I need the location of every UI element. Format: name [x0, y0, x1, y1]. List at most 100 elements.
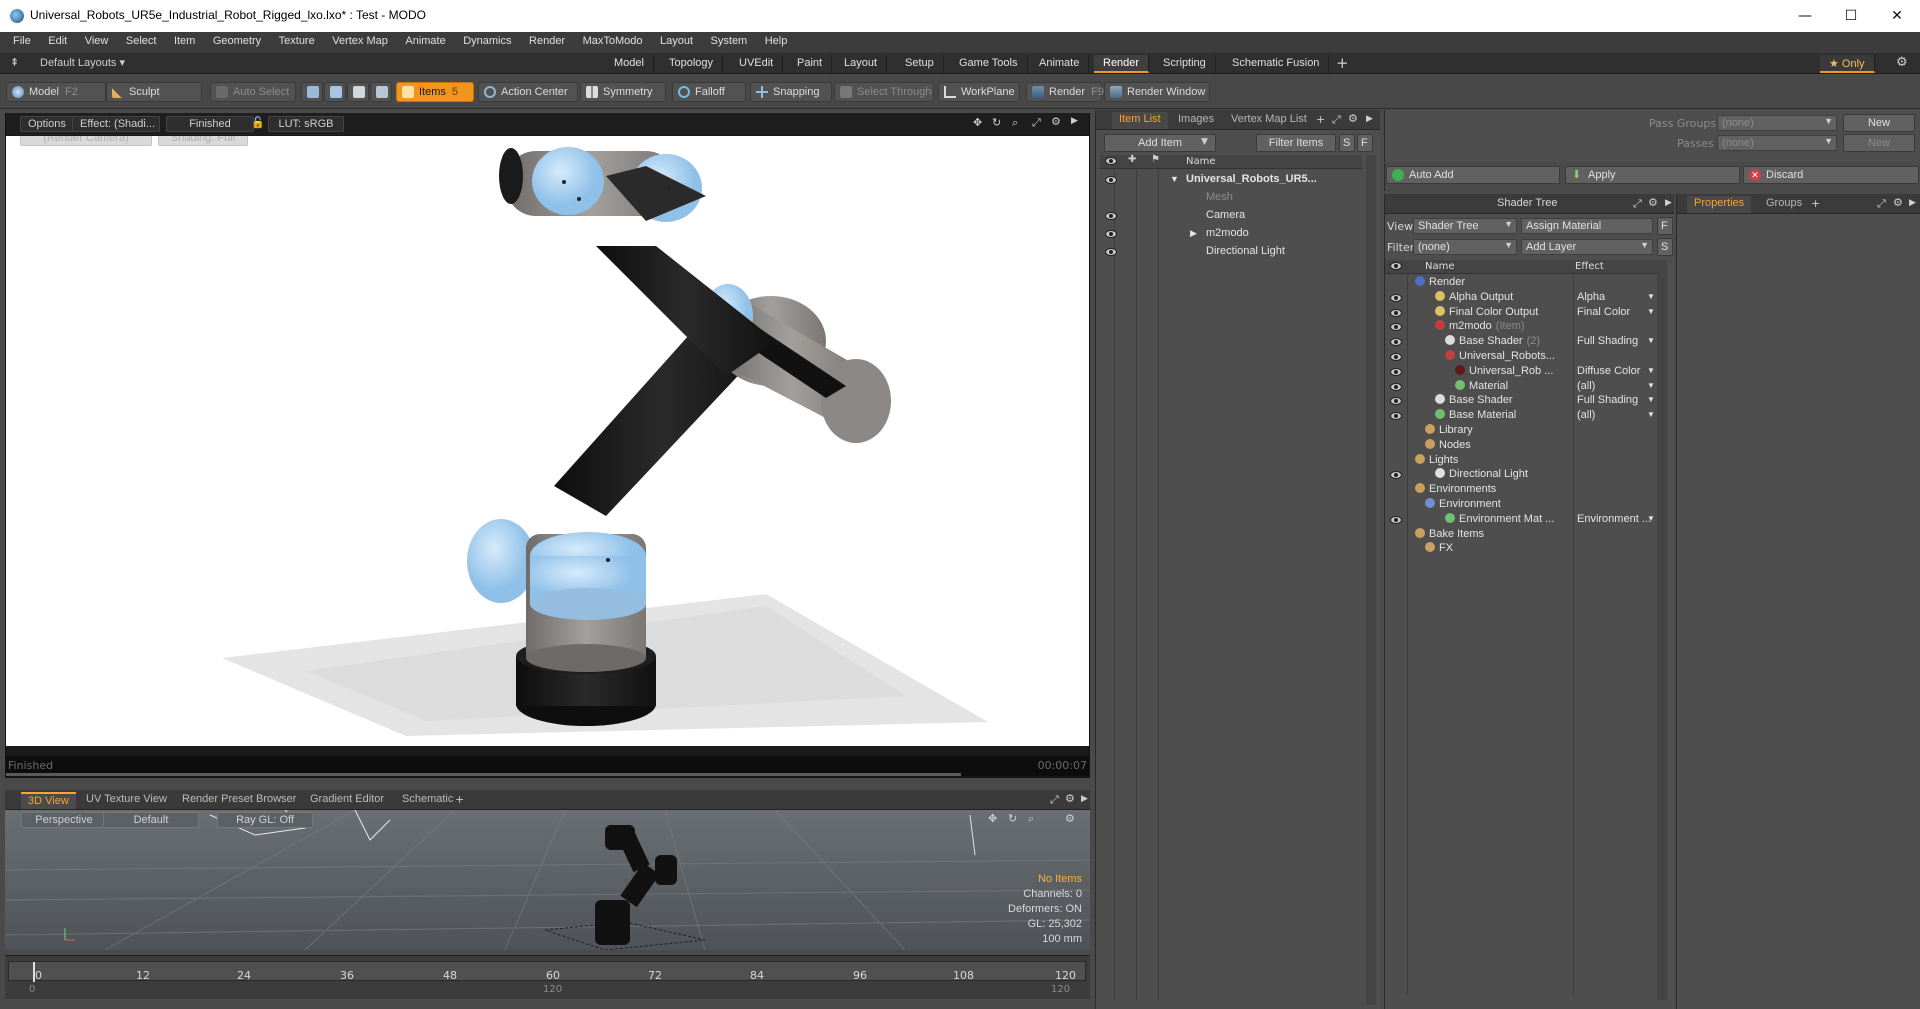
menu-dynamics[interactable]: Dynamics [456, 32, 518, 47]
tab-item-list[interactable]: Item List [1112, 112, 1168, 129]
render-camera-dropdown[interactable]: (Render Camera) [20, 136, 152, 146]
rendered-image[interactable]: (Render Camera) Shading: Full [6, 136, 1089, 746]
item-row-mesh[interactable]: Mesh [1100, 190, 1362, 208]
properties-add-tab-icon[interactable]: + [1811, 197, 1820, 210]
select-polygons-button[interactable] [347, 82, 369, 102]
menu-file[interactable]: File [0, 32, 38, 47]
apply-button[interactable]: ⬇ Apply [1565, 166, 1740, 184]
menu-view[interactable]: View [78, 32, 116, 47]
visibility-eye-icon[interactable] [1390, 308, 1402, 317]
effect-dropdown-arrow-icon[interactable]: ▼ [1647, 292, 1655, 301]
properties-menu-arrow-icon[interactable]: ▶ [1909, 198, 1916, 208]
3d-move-icon[interactable]: ✥ [988, 812, 997, 825]
item-row-scene[interactable]: ▼ Universal_Robots_UR5... [1100, 172, 1362, 190]
item-list-scrollbar[interactable] [1366, 155, 1376, 1005]
maximize-button[interactable]: ☐ [1828, 4, 1874, 28]
rotate-view-icon[interactable]: ↻ [992, 116, 1001, 129]
3d-rotate-icon[interactable]: ↻ [1008, 812, 1017, 825]
gear-icon[interactable]: ⚙ [1896, 55, 1908, 70]
default-dropdown[interactable]: Default [103, 812, 199, 828]
visibility-eye-icon[interactable] [1390, 515, 1402, 524]
timeline[interactable]: 0 12 24 36 48 60 72 84 96 108 120 0 120 … [5, 955, 1090, 999]
shader-s-button[interactable]: S [1657, 238, 1673, 256]
menu-render[interactable]: Render [522, 32, 572, 47]
effect-dropdown-arrow-icon[interactable]: ▼ [1647, 410, 1655, 419]
menu-geometry[interactable]: Geometry [206, 32, 268, 47]
effect-dropdown-arrow-icon[interactable]: ▼ [1647, 366, 1655, 375]
shader-tree-row[interactable]: FX [1385, 542, 1657, 560]
tab-images[interactable]: Images [1171, 112, 1221, 129]
add-item-arrow-icon[interactable]: ▼ [1201, 137, 1208, 147]
tab-properties[interactable]: Properties [1687, 196, 1752, 213]
menu-layout[interactable]: Layout [653, 32, 700, 47]
tab-setup[interactable]: Setup [896, 55, 944, 73]
visibility-eye-icon[interactable] [1390, 412, 1402, 421]
auto-add-button[interactable]: Auto Add [1386, 166, 1560, 184]
lower-gear-icon[interactable]: ⚙ [1065, 792, 1075, 805]
tab-model[interactable]: Model [605, 55, 654, 73]
tab-animate[interactable]: Animate [1030, 55, 1090, 73]
menu-maxtomodo[interactable]: MaxToModo [576, 32, 650, 47]
tab-vertex-map-list[interactable]: Vertex Map List [1224, 112, 1314, 129]
shader-tree-scrollbar[interactable] [1657, 260, 1667, 1000]
new-pass-button[interactable]: New [1843, 134, 1915, 152]
item-list-maximize-icon[interactable]: ⤢ [1332, 113, 1341, 127]
tab-schematic-fusion[interactable]: Schematic Fusion [1223, 55, 1330, 73]
select-materials-button[interactable] [370, 82, 392, 102]
render-window-button[interactable]: Render Window [1104, 82, 1210, 102]
tab-render[interactable]: Render [1094, 55, 1150, 73]
item-row-camera[interactable]: Camera [1100, 208, 1362, 226]
sculpt-mode-button[interactable]: Sculpt [106, 82, 202, 102]
model-mode-button[interactable]: Model F2 [6, 82, 106, 102]
render-button[interactable]: Render F9 [1026, 82, 1104, 102]
filter-items-button[interactable]: Filter Items [1256, 134, 1336, 152]
expand-arrow-icon[interactable]: ▼ [1170, 174, 1179, 184]
symmetry-button[interactable]: Symmetry [580, 82, 666, 102]
item-list-add-tab-icon[interactable]: + [1316, 113, 1325, 126]
close-button[interactable]: ✕ [1874, 4, 1920, 28]
select-through-button[interactable]: Select Through [834, 82, 934, 102]
menu-system[interactable]: System [704, 32, 755, 47]
tab-uv-texture-view[interactable]: UV Texture View [79, 792, 174, 809]
tab-game-tools[interactable]: Game Tools [950, 55, 1028, 73]
add-layer-dropdown[interactable]: Add Layer ▼ [1521, 239, 1653, 255]
assign-material-button[interactable]: Assign Material [1521, 218, 1653, 234]
menu-vertex-map[interactable]: Vertex Map [325, 32, 395, 47]
collapse-arrow-icon[interactable]: ⇞ [10, 56, 19, 69]
tab-schematic[interactable]: Schematic [395, 792, 460, 809]
snapping-button[interactable]: Snapping [750, 82, 832, 102]
item-list-menu-arrow-icon[interactable]: ▶ [1366, 114, 1373, 124]
item-list-s-button[interactable]: S [1339, 134, 1355, 152]
tab-paint[interactable]: Paint [788, 55, 833, 73]
menu-select[interactable]: Select [119, 32, 164, 47]
perspective-dropdown[interactable]: Perspective [21, 812, 107, 828]
lower-maximize-icon[interactable]: ⤢ [1050, 793, 1059, 807]
3d-viewport[interactable]: Perspective Default Ray GL: Off ✥ ↻ ⌕ ⚙ … [5, 810, 1090, 950]
visibility-eye-icon[interactable] [1390, 397, 1402, 406]
effect-dropdown-arrow-icon[interactable]: ▼ [1647, 336, 1655, 345]
items-mode-button[interactable]: Items 5 [396, 82, 474, 102]
tab-groups[interactable]: Groups [1759, 196, 1809, 213]
tab-gradient-editor[interactable]: Gradient Editor [303, 792, 391, 809]
shader-tree-menu-arrow-icon[interactable]: ▶ [1665, 198, 1672, 208]
visibility-eye-icon[interactable] [1390, 323, 1402, 332]
raygl-dropdown[interactable]: Ray GL: Off [217, 812, 313, 828]
menu-item[interactable]: Item [167, 32, 202, 47]
filter-dropdown[interactable]: (none) ▼ [1413, 239, 1517, 255]
collapse-arrow-icon[interactable]: ▶ [1190, 228, 1197, 239]
add-item-button[interactable]: Add Item [1104, 134, 1216, 152]
visibility-eye-icon[interactable] [1105, 248, 1117, 256]
shader-row-effect[interactable]: Alpha [1577, 291, 1605, 303]
tab-3d-view[interactable]: 3D View [21, 792, 76, 809]
select-edges-button[interactable] [324, 82, 346, 102]
visibility-eye-icon[interactable] [1105, 212, 1117, 220]
properties-maximize-icon[interactable]: ⤢ [1877, 197, 1886, 211]
new-pass-group-button[interactable]: New [1843, 114, 1915, 132]
falloff-button[interactable]: Falloff [672, 82, 746, 102]
effect-dropdown[interactable]: Effect: (Shadi... [72, 116, 160, 132]
effect-dropdown-arrow-icon[interactable]: ▼ [1647, 395, 1655, 404]
select-vertices-button[interactable] [301, 82, 323, 102]
item-list-f-button[interactable]: F [1357, 134, 1373, 152]
tab-render-preset-browser[interactable]: Render Preset Browser [175, 792, 303, 809]
shading-dropdown[interactable]: Shading: Full [158, 136, 248, 146]
